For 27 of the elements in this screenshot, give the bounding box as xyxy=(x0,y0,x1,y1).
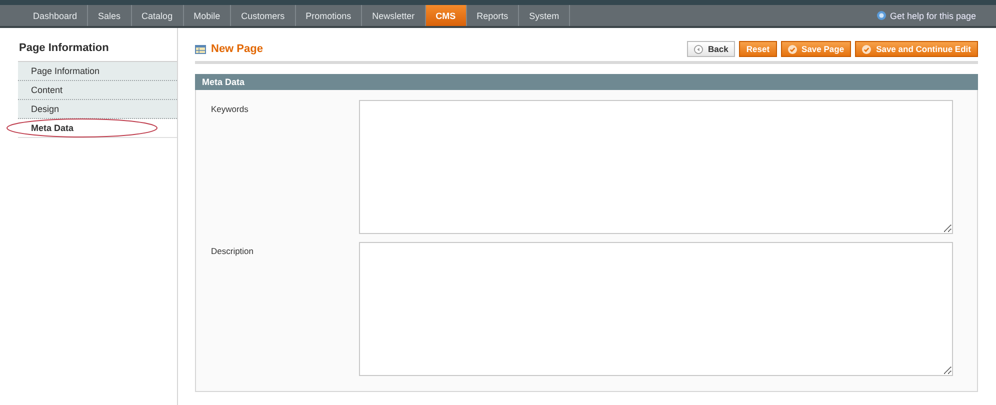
menu-tab[interactable]: Promotions xyxy=(296,5,362,26)
section-header: Meta Data xyxy=(195,74,978,90)
menu-tab[interactable]: Dashboard xyxy=(23,5,88,26)
check-icon xyxy=(788,44,797,54)
sidebar-tab[interactable]: Page Information xyxy=(18,62,177,81)
sidebar-tab[interactable]: Design xyxy=(18,100,177,119)
back-button[interactable]: Back xyxy=(687,41,736,57)
menu-tab[interactable]: Catalog xyxy=(132,5,184,26)
sidebar-tab[interactable]: Content xyxy=(18,81,177,100)
menu-tab[interactable]: System xyxy=(519,5,570,26)
menu-tab[interactable]: Mobile xyxy=(184,5,232,26)
page-title: New Page xyxy=(211,43,263,55)
reset-button[interactable]: Reset xyxy=(739,41,777,57)
menu-tab[interactable]: Reports xyxy=(466,5,520,26)
text-area[interactable] xyxy=(359,100,953,234)
menu-tab[interactable]: CMS xyxy=(426,5,467,26)
page-grid-icon xyxy=(195,44,206,54)
menu-tab[interactable]: Sales xyxy=(88,5,132,26)
save-button[interactable]: Save and Continue Edit xyxy=(855,41,978,57)
field-label: Description xyxy=(211,245,255,258)
save-button[interactable]: Save Page xyxy=(780,41,852,57)
help-link[interactable]: Get help for this page xyxy=(876,5,976,26)
help-icon xyxy=(876,11,886,20)
menu-tab[interactable]: Customers xyxy=(231,5,296,26)
text-area[interactable] xyxy=(359,242,953,376)
check-icon xyxy=(862,44,872,54)
field-label: Keywords xyxy=(211,103,250,116)
